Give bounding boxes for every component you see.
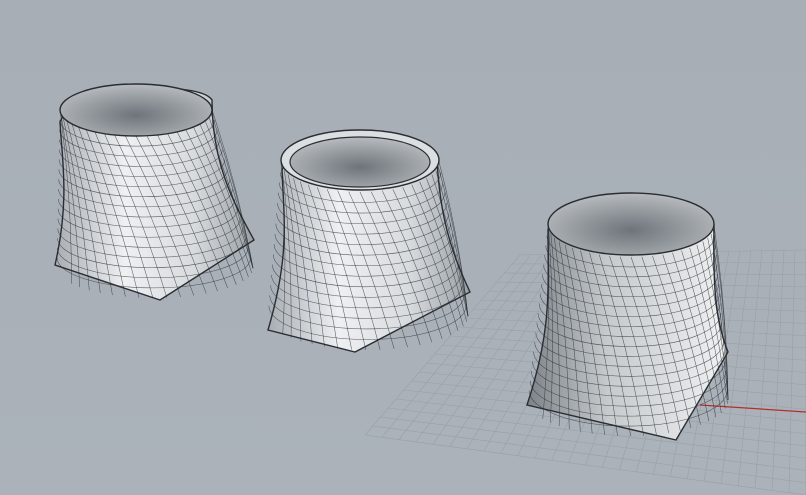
twisted-vase-2[interactable]: [267, 129, 471, 353]
grid-line: [372, 425, 806, 484]
perspective-viewport[interactable]: [0, 0, 806, 495]
grid-line: [364, 434, 806, 495]
viewport-3d[interactable]: [0, 0, 806, 495]
twisted-vase-3[interactable]: [526, 192, 729, 441]
twisted-vase-1[interactable]: [54, 83, 255, 301]
x-axis-line: [699, 404, 806, 413]
